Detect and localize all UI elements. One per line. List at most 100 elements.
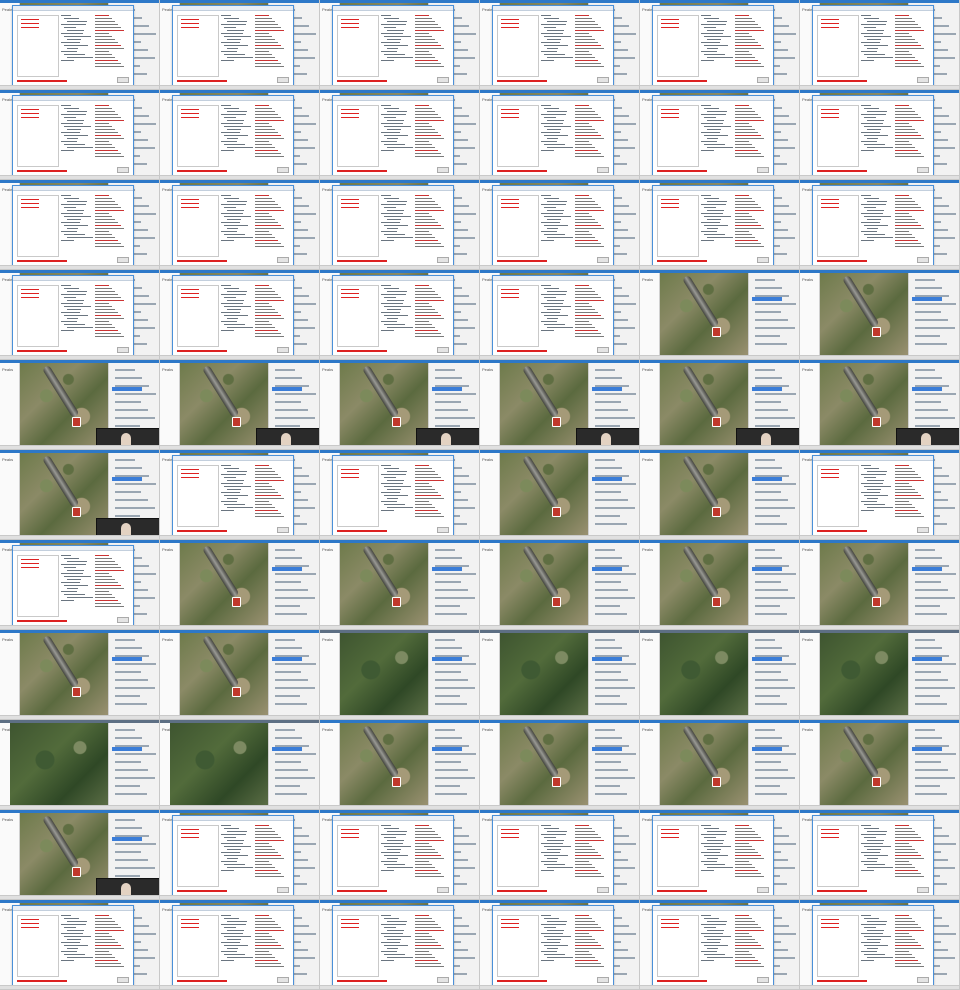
tree-node[interactable] [541, 15, 551, 16]
tree-node[interactable] [864, 855, 888, 856]
tree-node[interactable] [381, 132, 400, 133]
tree-node[interactable] [541, 843, 563, 844]
tree-node[interactable] [224, 855, 248, 856]
tree-node[interactable] [64, 117, 76, 118]
tree-node[interactable] [384, 216, 411, 217]
tree-node[interactable] [861, 924, 886, 925]
tree-node[interactable] [384, 918, 399, 919]
tree-node[interactable] [61, 294, 86, 295]
tree-node[interactable] [707, 930, 724, 931]
tree-node[interactable] [221, 132, 240, 133]
tree-view[interactable] [541, 193, 573, 259]
file-list[interactable] [337, 465, 379, 527]
frame-thumbnail[interactable]: Peaks [320, 450, 480, 540]
ok-button[interactable] [277, 77, 289, 83]
file-list[interactable] [337, 15, 379, 77]
tree-node[interactable] [61, 123, 83, 124]
file-list[interactable] [657, 195, 699, 257]
tree-node[interactable] [221, 204, 246, 205]
tree-node[interactable] [224, 144, 245, 145]
selected-layer[interactable] [752, 657, 782, 661]
tree-node[interactable] [704, 108, 719, 109]
tree-node[interactable] [221, 231, 237, 232]
tree-node[interactable] [701, 843, 723, 844]
tree-node[interactable] [227, 327, 253, 328]
frame-thumbnail[interactable]: Peaks [160, 180, 320, 270]
tree-node[interactable] [67, 948, 78, 949]
tree-node[interactable] [867, 21, 887, 22]
tree-node[interactable] [864, 936, 891, 937]
tree-node[interactable] [221, 51, 237, 52]
tree-node[interactable] [61, 213, 83, 214]
tree-node[interactable] [381, 51, 397, 52]
tree-node[interactable] [227, 921, 247, 922]
tree-node[interactable] [224, 324, 245, 325]
tree-node[interactable] [221, 843, 243, 844]
selected-layer[interactable] [112, 477, 142, 481]
tree-node[interactable] [861, 105, 871, 106]
tree-node[interactable] [861, 195, 871, 196]
tree-node[interactable] [221, 33, 243, 34]
tree-node[interactable] [867, 201, 887, 202]
frame-thumbnail[interactable]: Peaks [160, 630, 320, 720]
tree-node[interactable] [224, 306, 251, 307]
tree-node[interactable] [227, 831, 247, 832]
tree-node[interactable] [707, 201, 727, 202]
tree-node[interactable] [861, 240, 874, 241]
tree-node[interactable] [224, 486, 251, 487]
tree-view[interactable] [221, 103, 253, 169]
tree-node[interactable] [381, 852, 400, 853]
tree-node[interactable] [701, 933, 723, 934]
file-list[interactable] [17, 915, 59, 977]
tree-node[interactable] [381, 843, 403, 844]
tree-node[interactable] [387, 489, 401, 490]
tree-node[interactable] [381, 861, 397, 862]
tree-node[interactable] [541, 60, 554, 61]
tree-node[interactable] [547, 858, 558, 859]
tree-node[interactable] [227, 237, 253, 238]
frame-thumbnail[interactable]: Peaks [800, 450, 960, 540]
tree-node[interactable] [541, 114, 566, 115]
tree-node[interactable] [224, 828, 239, 829]
tree-node[interactable] [861, 825, 871, 826]
tree-node[interactable] [701, 42, 720, 43]
tree-node[interactable] [867, 111, 887, 112]
ok-button[interactable] [757, 887, 769, 893]
tree-node[interactable] [867, 237, 893, 238]
frame-thumbnail[interactable]: Peaks [320, 630, 480, 720]
tree-node[interactable] [701, 33, 723, 34]
tree-node[interactable] [704, 846, 731, 847]
tree-node[interactable] [64, 144, 85, 145]
location-pin-icon[interactable] [872, 777, 881, 787]
tree-view[interactable] [541, 913, 573, 979]
file-list[interactable] [177, 465, 219, 527]
ok-button[interactable] [757, 977, 769, 983]
tree-node[interactable] [67, 219, 81, 220]
tree-node[interactable] [224, 504, 245, 505]
satellite-map[interactable] [660, 453, 748, 535]
satellite-map[interactable] [500, 633, 588, 715]
satellite-map[interactable] [660, 723, 748, 805]
tree-node[interactable] [61, 600, 74, 601]
tree-node[interactable] [547, 948, 558, 949]
tree-node[interactable] [864, 927, 876, 928]
ok-button[interactable] [277, 977, 289, 983]
tree-node[interactable] [64, 954, 85, 955]
tree-node[interactable] [864, 495, 888, 496]
tree-node[interactable] [707, 30, 724, 31]
tree-node[interactable] [61, 942, 80, 943]
tree-view[interactable] [701, 103, 733, 169]
frame-thumbnail[interactable]: Peaks [640, 90, 800, 180]
tree-node[interactable] [227, 930, 244, 931]
ok-button[interactable] [437, 77, 449, 83]
tree-node[interactable] [704, 207, 716, 208]
tree-node[interactable] [61, 222, 80, 223]
tree-node[interactable] [64, 297, 76, 298]
file-list[interactable] [817, 195, 859, 257]
satellite-map[interactable] [820, 273, 908, 355]
tree-node[interactable] [381, 204, 406, 205]
tree-node[interactable] [227, 210, 244, 211]
selected-layer[interactable] [592, 657, 622, 661]
tree-node[interactable] [541, 933, 563, 934]
selected-layer[interactable] [912, 657, 942, 661]
